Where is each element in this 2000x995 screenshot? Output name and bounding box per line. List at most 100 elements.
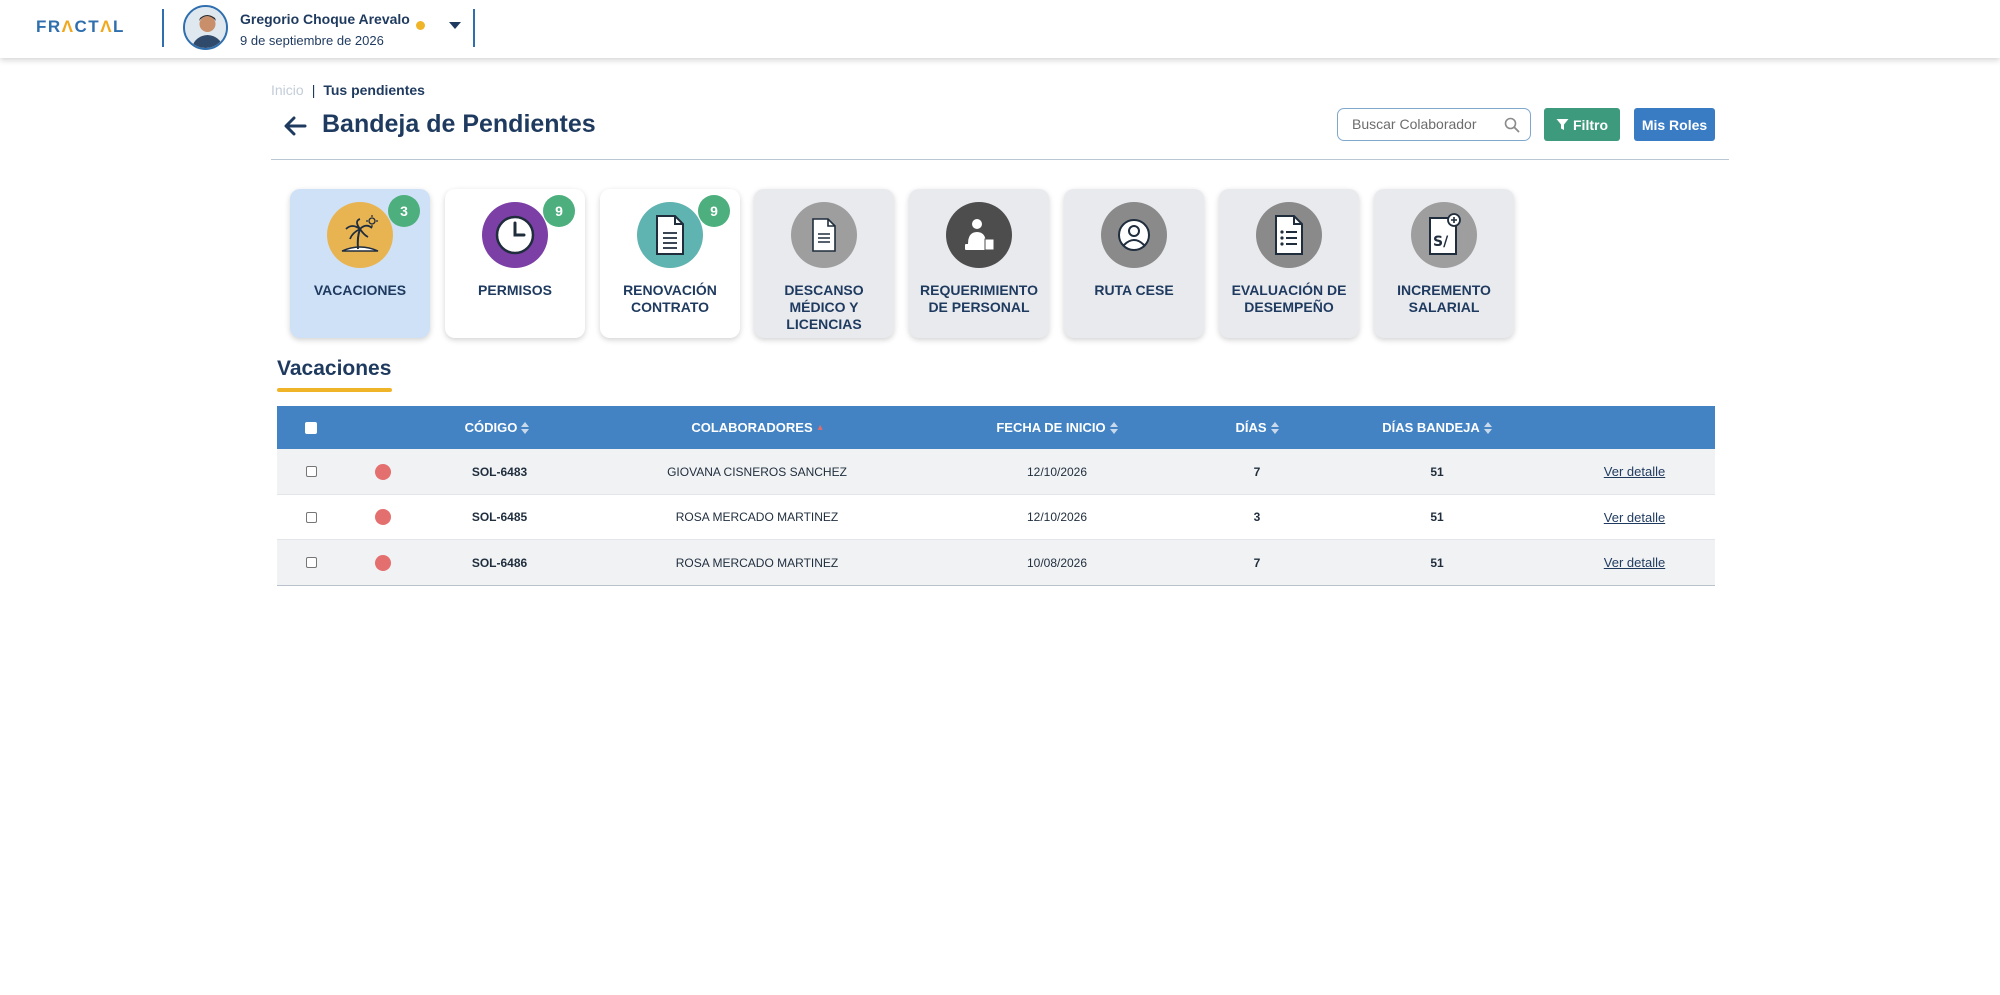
- category-card-permisos[interactable]: 9 PERMISOS: [445, 189, 585, 338]
- breadcrumb: Inicio | Tus pendientes: [271, 82, 425, 98]
- status-cell: [373, 540, 393, 585]
- palm-tree-icon: [341, 215, 379, 252]
- table-header: CÓDIGO COLABORADORES ▴ FECHA DE INICIO DÍ…: [277, 406, 1715, 449]
- sort-icon[interactable]: [1270, 421, 1279, 435]
- category-label: RENOVACIÓN CONTRATO: [623, 282, 717, 315]
- cell-tray-days: 51: [1430, 510, 1444, 524]
- status-indicator: [416, 21, 425, 30]
- fractal-logo[interactable]: FRΛCTΛL: [36, 17, 125, 37]
- medical-document-icon: [812, 218, 836, 252]
- category-label: RUTA CESE: [1094, 282, 1174, 298]
- column-header-dias-bandeja[interactable]: DÍAS BANDEJA: [1367, 406, 1507, 449]
- document-icon: [656, 215, 684, 255]
- cell-code: SOL-6483: [471, 464, 528, 479]
- divider: [473, 9, 475, 47]
- column-header-label: CÓDIGO: [464, 420, 518, 435]
- sort-icon[interactable]: [1109, 421, 1118, 435]
- category-label: VACACIONES: [313, 282, 407, 298]
- category-label: EVALUACIÓN DE DESEMPEÑO: [1231, 282, 1347, 315]
- category-card-ruta-cese[interactable]: RUTA CESE: [1064, 189, 1204, 338]
- detail-cell: Ver detalle: [1577, 449, 1692, 494]
- category-icon-circle: [1101, 202, 1167, 268]
- filter-button[interactable]: Filtro: [1544, 108, 1620, 141]
- view-detail-link[interactable]: Ver detalle: [1604, 510, 1665, 525]
- category-badge: 3: [388, 195, 420, 227]
- status-dot: [375, 463, 391, 480]
- category-badge: 9: [698, 195, 730, 227]
- top-bar: FRΛCTΛL Gregorio Choque Arevalo 9 de sep…: [0, 0, 2000, 58]
- required-mark-icon: ▴: [817, 422, 823, 433]
- user-date: 9 de septiembre de 2026: [240, 33, 384, 48]
- search-box[interactable]: [1337, 108, 1531, 141]
- breadcrumb-separator: |: [311, 82, 316, 98]
- category-label: PERMISOS: [478, 282, 552, 298]
- select-all-checkbox[interactable]: [305, 421, 317, 434]
- cell-start-date: 12/10/2026: [1026, 464, 1088, 479]
- column-header-label: DÍAS: [1235, 420, 1267, 435]
- category-card-incremento-salarial[interactable]: S/ INCREMENTO SALARIAL: [1374, 189, 1514, 338]
- sort-icon[interactable]: [521, 421, 530, 435]
- row-checkbox-cell: [301, 449, 321, 494]
- category-icon-circle: [482, 202, 548, 268]
- user-circle-icon: [1118, 219, 1150, 251]
- view-detail-link[interactable]: Ver detalle: [1604, 464, 1665, 479]
- search-input[interactable]: [1352, 116, 1502, 132]
- cell-collaborator: GIOVANA CISNEROS SANCHEZ: [667, 464, 847, 479]
- cell-start-date: 12/10/2026: [1026, 510, 1088, 524]
- breadcrumb-current: Tus pendientes: [323, 82, 425, 98]
- cell-tray-days: 51: [1430, 555, 1444, 570]
- my-roles-button[interactable]: Mis Roles: [1634, 108, 1715, 141]
- back-arrow-icon[interactable]: [283, 114, 307, 138]
- user-photo-icon: [185, 7, 226, 48]
- cell-tray-days: 51: [1430, 464, 1444, 479]
- cell-code: SOL-6485: [471, 510, 528, 524]
- status-dot: [375, 509, 391, 525]
- category-label: DESCANSO MÉDICO Y LICENCIAS: [784, 282, 864, 332]
- category-card-evaluacion-desempeno[interactable]: EVALUACIÓN DE DESEMPEÑO: [1219, 189, 1359, 338]
- column-header-dias[interactable]: DÍAS: [1207, 406, 1307, 449]
- category-card-requerimiento-personal[interactable]: REQUERIMIENTO DE PERSONAL: [909, 189, 1049, 338]
- chevron-down-icon[interactable]: [449, 22, 461, 29]
- detail-cell: Ver detalle: [1577, 495, 1692, 540]
- page-title: Bandeja de Pendientes: [322, 110, 596, 138]
- row-checkbox[interactable]: [305, 511, 317, 523]
- table-row: SOL-6483 GIOVANA CISNEROS SANCHEZ 12/10/…: [277, 449, 1715, 495]
- status-dot: [375, 554, 391, 571]
- table-row: SOL-6486 ROSA MERCADO MARTINEZ 10/08/202…: [277, 540, 1715, 586]
- category-card-vacaciones[interactable]: 3 VACACIONES: [290, 189, 430, 338]
- filter-button-label: Filtro: [1573, 116, 1608, 133]
- breadcrumb-home[interactable]: Inicio: [271, 82, 304, 98]
- column-header-codigo[interactable]: CÓDIGO: [437, 406, 557, 449]
- select-all-cell: [301, 406, 321, 449]
- category-label: REQUERIMIENTO DE PERSONAL: [920, 282, 1038, 315]
- sort-icon[interactable]: [1483, 421, 1492, 435]
- avatar[interactable]: [183, 5, 228, 50]
- clock-icon: [495, 215, 535, 255]
- category-card-renovacion-contrato[interactable]: 9 RENOVACIÓN CONTRATO: [600, 189, 740, 338]
- column-header-label: FECHA DE INICIO: [996, 420, 1106, 435]
- status-cell: [373, 495, 393, 540]
- table-row: SOL-6485 ROSA MERCADO MARTINEZ 12/10/202…: [277, 494, 1715, 540]
- cell-days: 7: [1253, 555, 1261, 570]
- row-checkbox[interactable]: [305, 557, 317, 568]
- search-icon[interactable]: [1504, 117, 1520, 133]
- detail-cell: Ver detalle: [1577, 540, 1692, 585]
- user-name: Gregorio Choque Arevalo: [240, 11, 410, 27]
- row-checkbox[interactable]: [305, 466, 317, 477]
- category-icon-circle: [637, 202, 703, 268]
- category-icon-circle: [327, 202, 393, 268]
- checklist-icon: [1275, 215, 1303, 255]
- category-icon-circle: [791, 202, 857, 268]
- funnel-icon: [1556, 119, 1569, 130]
- section-underline: [277, 388, 392, 392]
- category-icon-circle: [1256, 202, 1322, 268]
- header-divider: [271, 159, 1729, 160]
- column-header-fecha-inicio[interactable]: FECHA DE INICIO: [967, 406, 1147, 449]
- cell-collaborator: ROSA MERCADO MARTINEZ: [675, 510, 839, 524]
- view-detail-link[interactable]: Ver detalle: [1604, 555, 1665, 570]
- column-header-label: COLABORADORES: [691, 420, 813, 435]
- column-header-colaboradores[interactable]: COLABORADORES ▴: [657, 406, 857, 449]
- row-checkbox-cell: [301, 540, 321, 585]
- category-card-descanso-medico[interactable]: DESCANSO MÉDICO Y LICENCIAS: [754, 189, 894, 338]
- section-title: Vacaciones: [277, 357, 392, 380]
